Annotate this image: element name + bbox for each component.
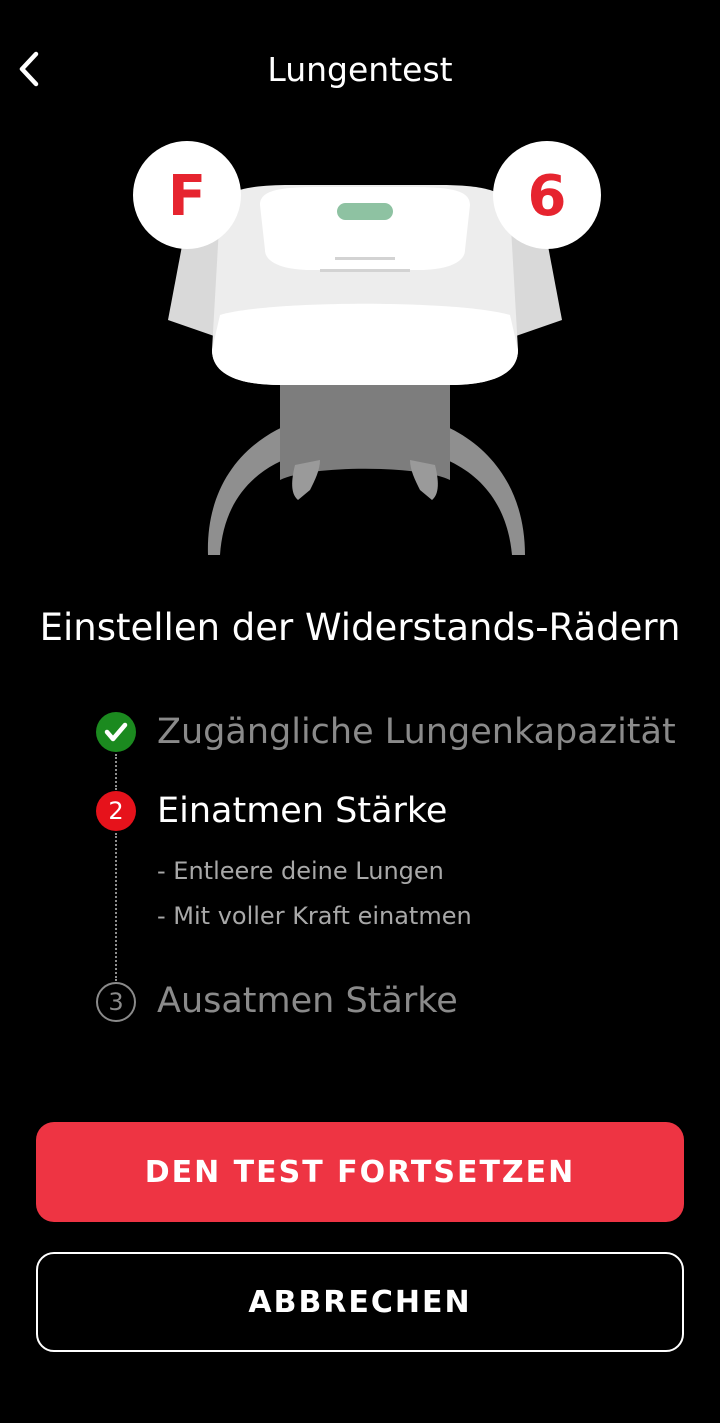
step-label: Zugängliche Lungenkapazität [157,712,676,752]
step-number-badge: 3 [96,982,136,1022]
left-badge-letter: F [168,164,206,229]
substep-text: - Entleere deine Lungen [157,857,444,885]
step-label: Ausatmen Stärke [157,981,458,1021]
check-icon [96,712,136,752]
continue-test-button[interactable]: DEN TEST FORTSETZEN [36,1122,684,1222]
steps-list: Zugängliche Lungenkapazität 2 Einatmen S… [0,700,720,1040]
device-illustration: F 6 [120,135,610,565]
right-badge-number: 6 [528,164,567,229]
section-title: Einstellen der Widerstands-Rädern [39,606,681,649]
step-connector [115,833,117,981]
step-label: Einatmen Stärke [157,791,448,831]
step-number-badge: 2 [96,791,136,831]
substep-text: - Mit voller Kraft einatmen [157,902,472,930]
header-bar: Lungentest [0,0,720,140]
page-title: Lungentest [267,50,453,89]
step-connector [115,754,117,790]
cancel-button[interactable]: ABBRECHEN [36,1252,684,1352]
